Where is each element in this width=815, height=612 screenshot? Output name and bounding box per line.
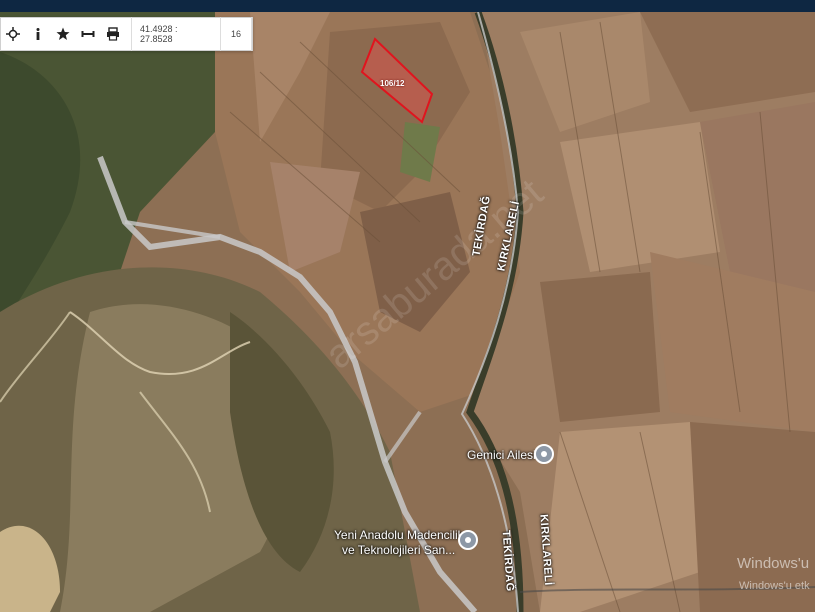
print-icon[interactable] <box>100 17 125 51</box>
map-toolbar: 41.4928 : 27.8528 16 <box>0 17 253 51</box>
info-icon[interactable] <box>26 17 51 51</box>
poi-yeni-anadolu-label-1[interactable]: Yeni Anadolu Madencilik <box>334 528 464 542</box>
windows-activation-text: Windows'u <box>737 555 810 572</box>
parcel-label[interactable]: 106/12 <box>380 79 404 88</box>
satellite-map[interactable]: 106/12 arsaburada.net TEKİRDAĞ KIRKLAREL… <box>0 12 815 612</box>
star-icon[interactable] <box>51 17 76 51</box>
poi-yeni-anadolu-pin[interactable] <box>458 530 478 550</box>
coordinate-readout: 41.4928 : 27.8528 <box>130 17 220 51</box>
windows-activation-subtext: Windows'u etk <box>739 580 810 592</box>
measure-icon[interactable] <box>75 17 100 51</box>
poi-gemici-label[interactable]: Gemici Ailesi <box>467 448 536 462</box>
zoom-level: 16 <box>219 17 252 51</box>
locate-icon[interactable] <box>1 17 26 51</box>
poi-yeni-anadolu-label-2[interactable]: ve Teknolojileri San... <box>342 543 455 557</box>
poi-gemici-pin[interactable] <box>534 444 554 464</box>
top-bar <box>0 0 815 12</box>
